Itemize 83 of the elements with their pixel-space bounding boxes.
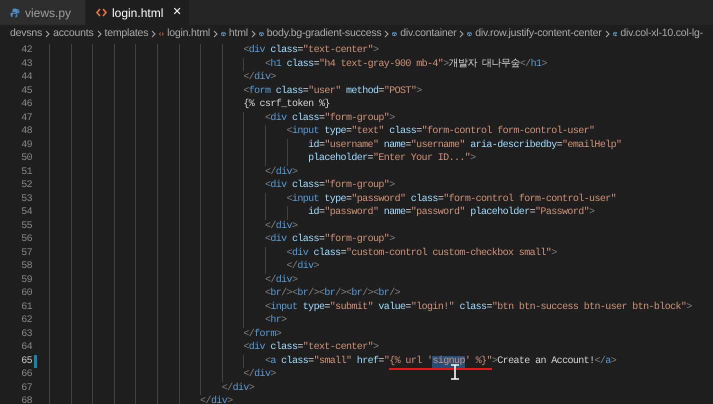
- line-number: 59: [20, 274, 32, 287]
- line-number: 55: [20, 220, 32, 233]
- line-number: 43: [20, 58, 32, 71]
- code-brackets-icon: [159, 30, 164, 38]
- breadcrumb-item[interactable]: div.col-xl-10.col-lg-: [620, 26, 703, 42]
- line-number: 53: [20, 192, 32, 206]
- line-number: 62: [20, 314, 32, 328]
- code-line: </form>: [243, 328, 282, 341]
- code-line: <input type="submit" value="login!" class="btn btn-success btn-user btn-block">: [264, 300, 692, 314]
- code-line: <div class="form-group">: [264, 112, 395, 125]
- breadcrumb-item[interactable]: body.bg-gradient-success: [266, 26, 382, 42]
- editor-tab[interactable]: views.py: [0, 0, 86, 25]
- code-line: <hr>: [264, 314, 287, 328]
- breadcrumb-item[interactable]: templates: [104, 26, 148, 42]
- chevron-icon: [151, 30, 156, 38]
- code-line: id="username" name="username" aria-describedby="emailHelp": [308, 138, 622, 152]
- line-number: 51: [20, 166, 32, 179]
- editor-tab[interactable]: login.html ✕: [86, 0, 190, 25]
- cube-icon: [392, 29, 398, 39]
- cube-icon: [221, 29, 226, 39]
- chevron-icon: [250, 30, 256, 38]
- code-line: </div>: [286, 260, 319, 274]
- line-number: 47: [20, 112, 32, 125]
- code-line: <div class="text-center">: [243, 44, 378, 58]
- line-number: 49: [20, 138, 32, 152]
- code-line: <div class="form-group">: [264, 233, 395, 246]
- code-line: id="password" name="password" placeholder="Password">: [308, 206, 594, 220]
- line-number: 65: [20, 354, 32, 368]
- chevron-icon: [384, 30, 390, 38]
- line-number: 42: [20, 44, 32, 58]
- line-number: 44: [20, 71, 32, 84]
- close-button[interactable]: ✕: [172, 4, 182, 21]
- breadcrumb-item[interactable]: div.row.justify-content-center: [475, 26, 602, 42]
- breadcrumb-item[interactable]: div.container: [400, 26, 456, 42]
- breadcrumb-item[interactable]: devsns: [10, 26, 42, 42]
- code-line: </div>: [222, 382, 254, 395]
- line-number: 52: [20, 179, 32, 192]
- code-line: </div>: [200, 395, 233, 404]
- chevron-icon: [459, 30, 464, 38]
- line-number: 68: [20, 395, 32, 404]
- line-number: 58: [20, 260, 32, 274]
- code-line: </div>: [243, 368, 276, 382]
- code-brackets-icon: [96, 8, 107, 17]
- code-line: </div>: [264, 274, 298, 287]
- line-number: 45: [20, 84, 32, 98]
- line-number: 56: [20, 233, 32, 246]
- line-number: 64: [20, 341, 32, 354]
- text-cursor-icon: [450, 364, 460, 380]
- code-line: <a class="small" href="{% url 'signup' %}">Create an Account!</a>: [264, 354, 616, 368]
- breadcrumb-item[interactable]: html: [228, 26, 248, 42]
- line-number: 48: [20, 125, 32, 138]
- line-number: 63: [20, 328, 32, 341]
- cube-icon: [612, 29, 618, 39]
- code-line: <div class="text-center">: [243, 341, 378, 354]
- code-line: <input type="text" class="form-control form-control-user": [286, 125, 594, 138]
- breadcrumb-item[interactable]: accounts: [53, 26, 94, 42]
- code-line: <input type="password" class="form-control form-control-user": [286, 192, 616, 206]
- line-number: 61: [20, 300, 32, 314]
- breadcrumb-item[interactable]: login.html: [167, 26, 210, 42]
- line-number: 60: [20, 287, 32, 300]
- chevron-icon: [604, 30, 610, 38]
- code-line: </div>: [264, 220, 298, 233]
- code-line: <h1 class="h4 text-gray-900 mb-4">개발자 대나무숲</h1>: [264, 58, 547, 71]
- chevron-icon: [96, 30, 102, 38]
- code-line: placeholder="Enter Your ID...">: [308, 152, 476, 166]
- line-number: 57: [20, 246, 32, 260]
- cube-icon: [467, 29, 472, 39]
- line-number: 66: [20, 368, 32, 382]
- cube-icon: [258, 29, 264, 39]
- line-number: 54: [20, 206, 32, 220]
- line-number: 46: [20, 98, 32, 112]
- code-line: </div>: [243, 71, 276, 84]
- chevron-icon: [45, 30, 50, 38]
- python-file-icon: [10, 8, 20, 18]
- line-number: 67: [20, 382, 32, 395]
- code-line: </div>: [264, 166, 298, 179]
- code-line: <form class="user" method="POST">: [243, 84, 422, 98]
- code-line: <div class="custom-control custom-checkbox small">: [286, 246, 557, 260]
- code-line: <br/><br/><br/><br/><br/>: [264, 287, 400, 300]
- code-line: {% csrf_token %}: [243, 98, 330, 112]
- line-number: 50: [20, 152, 32, 166]
- code-line: <div class="form-group">: [264, 179, 395, 192]
- chevron-icon: [213, 30, 218, 38]
